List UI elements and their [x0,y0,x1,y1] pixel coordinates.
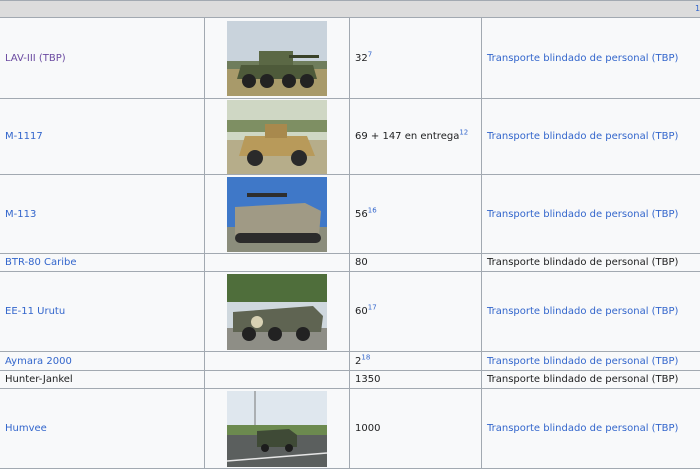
type-cell: Transporte blindado de personal (TBP) [482,272,700,352]
type-link[interactable]: Transporte blindado de personal (TBP) [487,131,678,142]
vehicle-name-link[interactable]: LAV-III (TBP) [5,53,66,64]
quantity-value: 32 [355,53,368,64]
table-row: Hunter-Jankel 1350 Transporte blindado d… [0,371,700,389]
vehicle-name-link[interactable]: EE-11 Urutu [5,306,65,317]
humvee-photo[interactable] [227,391,327,467]
vehicle-name-cell: Humvee [0,389,205,469]
table-row: BTR-80 Caribe 80 Transporte blindado de … [0,254,700,272]
vehicle-image-cell [205,371,350,389]
type-link[interactable]: Transporte blindado de personal (TBP) [487,356,678,367]
reference-link[interactable]: 17 [368,304,377,312]
type-text: Transporte blindado de personal (TBP) [487,374,678,385]
type-cell: Transporte blindado de personal (TBP) [482,175,700,254]
vehicle-image-cell [205,272,350,352]
table-row: EE-11 Urutu 6017 Transporte blindado de … [0,272,700,352]
type-cell: Transporte blindado de personal (TBP) [482,352,700,371]
vehicle-image-cell [205,18,350,99]
vehicle-name-text: Hunter-Jankel [5,374,73,385]
vehicle-image-cell [205,99,350,175]
header-corner-mark: 1 [695,4,700,13]
reference-link[interactable]: 12 [459,129,468,137]
table-row: Humvee 1000 Transporte blindado de perso… [0,389,700,469]
vehicle-table: 1 LAV-III (TBP) 327 Transporte blindado … [0,0,700,469]
vehicle-name-link[interactable]: M-1117 [5,131,43,142]
ee11-photo[interactable] [227,274,327,350]
lav-iii-photo[interactable] [227,21,327,96]
type-cell: Transporte blindado de personal (TBP) [482,371,700,389]
quantity-value: 80 [355,257,368,268]
type-text: Transporte blindado de personal (TBP) [487,257,678,268]
table-row: M-1117 69 + 147 en entrega12 Transporte … [0,99,700,175]
type-link[interactable]: Transporte blindado de personal (TBP) [487,53,678,64]
type-cell: Transporte blindado de personal (TBP) [482,389,700,469]
quantity-cell: 1000 [350,389,482,469]
vehicle-name-link[interactable]: Aymara 2000 [5,356,72,367]
vehicle-name-link[interactable]: Humvee [5,423,47,434]
vehicle-image-cell [205,352,350,371]
vehicle-name-cell: M-1117 [0,99,205,175]
vehicle-name-cell: LAV-III (TBP) [0,18,205,99]
type-link[interactable]: Transporte blindado de personal (TBP) [487,423,678,434]
table-row: Aymara 2000 218 Transporte blindado de p… [0,352,700,371]
vehicle-image-cell [205,175,350,254]
quantity-cell: 1350 [350,371,482,389]
reference-link[interactable]: 7 [368,50,372,58]
vehicle-image-cell [205,254,350,272]
table-row: M-113 5616 Transporte blindado de person… [0,175,700,254]
table-row: LAV-III (TBP) 327 Transporte blindado de… [0,18,700,99]
type-cell: Transporte blindado de personal (TBP) [482,18,700,99]
vehicle-name-cell: Aymara 2000 [0,352,205,371]
vehicle-name-cell: EE-11 Urutu [0,272,205,352]
reference-link[interactable]: 18 [361,353,370,361]
quantity-cell: 80 [350,254,482,272]
vehicle-name-cell: BTR-80 Caribe [0,254,205,272]
quantity-cell: 327 [350,18,482,99]
quantity-value: 1000 [355,423,380,434]
vehicle-name-cell: Hunter-Jankel [0,371,205,389]
quantity-cell: 6017 [350,272,482,352]
m113-photo[interactable] [227,177,327,252]
m1117-photo[interactable] [227,100,327,174]
reference-link[interactable]: 16 [368,206,377,214]
vehicle-name-cell: M-113 [0,175,205,254]
type-link[interactable]: Transporte blindado de personal (TBP) [487,209,678,220]
vehicle-name-link[interactable]: M-113 [5,209,36,220]
quantity-value: 1350 [355,374,380,385]
quantity-cell: 5616 [350,175,482,254]
quantity-cell: 69 + 147 en entrega12 [350,99,482,175]
table-header-row: 1 [0,1,700,18]
quantity-value: 56 [355,209,368,220]
quantity-cell: 218 [350,352,482,371]
vehicle-name-link[interactable]: BTR-80 Caribe [5,257,77,268]
type-cell: Transporte blindado de personal (TBP) [482,99,700,175]
quantity-value: 69 + 147 en entrega [355,131,459,142]
table-header: 1 [0,1,700,18]
vehicle-image-cell [205,389,350,469]
quantity-value: 60 [355,306,368,317]
type-cell: Transporte blindado de personal (TBP) [482,254,700,272]
type-link[interactable]: Transporte blindado de personal (TBP) [487,306,678,317]
